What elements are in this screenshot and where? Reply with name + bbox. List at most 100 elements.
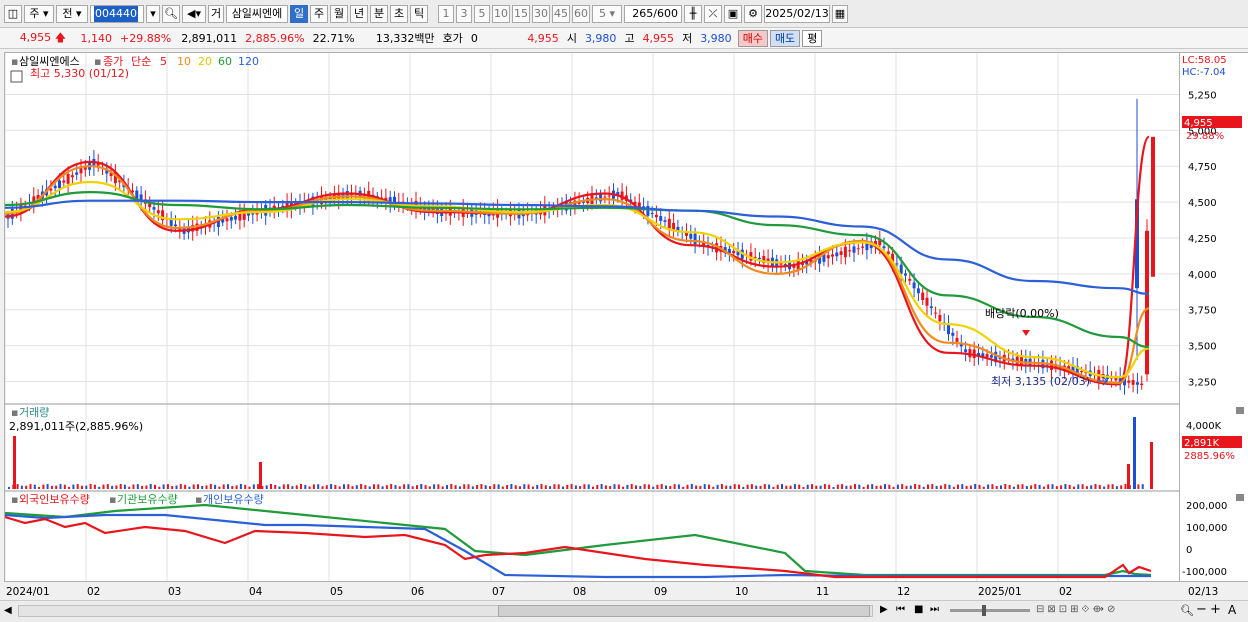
minute-option[interactable]: 45	[552, 4, 570, 23]
volume-bar	[441, 486, 444, 489]
volume-bar	[901, 484, 904, 489]
volume-bar	[768, 484, 771, 489]
calendar-icon[interactable]	[10, 70, 23, 83]
eval-button[interactable]: 평	[802, 29, 823, 47]
zoom-slider-thumb[interactable]	[982, 605, 986, 616]
candle-icon[interactable]: ╫	[684, 4, 702, 23]
volume-bar	[617, 484, 620, 489]
volume-bar	[244, 484, 247, 489]
volume-bar	[416, 485, 418, 489]
tab-tick[interactable]: 틱	[410, 4, 428, 23]
volume-bar	[574, 485, 577, 489]
zoom-search-icon[interactable]: 🔍︎	[1180, 604, 1194, 617]
volume-bar	[55, 485, 58, 489]
volume-bar	[188, 486, 191, 489]
minute-option[interactable]: 60	[572, 4, 590, 23]
volume-bar	[338, 486, 341, 489]
price-tick: 4,250	[1188, 234, 1217, 245]
volume-bar	[1085, 486, 1088, 489]
volume-bar	[1042, 486, 1045, 489]
volume-bar	[158, 486, 161, 489]
chart-area[interactable]: ▪ 삼일씨엔에스 ▪ 종가 단순 5 10 20 60 120 최고 5,330…	[4, 52, 1180, 582]
volume-bar	[312, 484, 315, 489]
volume-bar	[102, 484, 105, 489]
right-axis: LC:58.05 HC:-7.04 5,250 5,000 4,750 4,500 4,…	[1180, 52, 1248, 582]
x-axis-label: 05	[330, 586, 343, 598]
x-axis-label: 07	[492, 586, 505, 598]
prev-button[interactable]: 전 ▾	[56, 4, 88, 23]
volume-bar	[1047, 484, 1050, 489]
ma-20-label: 20	[198, 55, 212, 68]
minute-option[interactable]: 15	[512, 4, 530, 23]
volume-bar	[304, 485, 307, 489]
x-axis-label: 02	[87, 586, 100, 598]
price-panel-title: 삼일씨엔에스	[19, 54, 80, 68]
tab-year[interactable]: 년	[350, 4, 368, 23]
minute-option[interactable]: 3	[456, 4, 472, 23]
candle-body	[234, 215, 238, 220]
date-field[interactable]: 2025/02/13	[764, 4, 830, 23]
first-icon[interactable]: ⏮	[896, 604, 905, 615]
zoom-in-icon[interactable]: +	[1210, 602, 1221, 617]
minute-option[interactable]: 5	[474, 4, 490, 23]
calendar-icon[interactable]: ▦	[832, 4, 848, 23]
price-tick: 4,500	[1188, 198, 1217, 209]
volume-value: 2,891,011	[181, 31, 238, 45]
tab-month[interactable]: 월	[330, 4, 348, 23]
volume-bar	[733, 484, 736, 489]
last-icon[interactable]: ⏭	[930, 604, 939, 615]
speaker-icon[interactable]: ◀▾	[182, 4, 206, 23]
volume-bar	[420, 484, 423, 489]
volume-bar	[141, 485, 144, 489]
chart-type-icon[interactable]: ◫	[4, 4, 22, 23]
scroll-bar[interactable]: ◀ ▶ ⏮ ■ ⏭ ⊟⊠⊡⊞⟐⟴⊘ 🔍︎ − + A	[0, 600, 1248, 622]
volume-bar	[13, 436, 16, 489]
tab-second[interactable]: 초	[390, 4, 408, 23]
buy-button[interactable]: 매수	[737, 29, 768, 47]
period-select[interactable]: 주 ▾	[24, 4, 54, 23]
volume-bar	[677, 484, 680, 489]
geo-button[interactable]: 거	[208, 4, 224, 23]
gear-icon[interactable]: ⚙	[744, 4, 762, 23]
minute-select[interactable]: 5 ▾	[592, 4, 622, 23]
tab-week[interactable]: 주	[310, 4, 328, 23]
volume-bar	[136, 484, 139, 489]
zoom-out-icon[interactable]: −	[1196, 602, 1207, 617]
search-icon[interactable]: 🔍︎	[162, 4, 180, 23]
tab-minute[interactable]: 분	[370, 4, 388, 23]
quote-bar: 4,955 🡅 1,140 +29.88% 2,891,011 2,885.96…	[0, 28, 1248, 49]
legend-marker-icon: ▪	[11, 493, 18, 506]
volume-bar	[918, 484, 921, 489]
ma-120-label: 120	[238, 55, 259, 68]
tab-day[interactable]: 일	[290, 4, 308, 23]
candle-body	[848, 250, 852, 252]
tool-icons[interactable]: ⊟⊠⊡⊞⟐⟴⊘	[1036, 604, 1118, 615]
zoom-slider[interactable]	[950, 609, 1030, 612]
scroll-left-icon[interactable]: ◀	[4, 605, 12, 616]
panel-close-icon[interactable]	[1236, 407, 1244, 414]
volume-bar	[360, 484, 363, 489]
save-icon[interactable]: ▣	[724, 4, 742, 23]
volume-bar	[85, 485, 88, 489]
minute-option[interactable]: 10	[492, 4, 510, 23]
stop-icon[interactable]: ■	[914, 604, 923, 615]
scroll-right-icon[interactable]: ▶	[880, 604, 888, 615]
candle-body	[912, 282, 916, 289]
font-size-icon[interactable]: A	[1228, 603, 1236, 617]
code-dropdown-icon[interactable]: ▾	[146, 4, 160, 23]
low-label: 저	[682, 32, 693, 45]
stock-name-field[interactable]: 삼일씨엔에	[226, 4, 288, 23]
stock-code-input[interactable]: 004440	[90, 4, 144, 23]
minute-option[interactable]: 1	[438, 4, 454, 23]
sell-button[interactable]: 매도	[769, 29, 801, 47]
high-value: 4,955	[642, 31, 675, 45]
minute-option[interactable]: 30	[532, 4, 550, 23]
scroll-thumb[interactable]	[498, 605, 870, 617]
count-field[interactable]: 265/600	[624, 4, 682, 23]
panel-close-icon[interactable]	[1236, 494, 1244, 501]
volume-bar	[282, 484, 285, 489]
draw-icon[interactable]: ⤫	[704, 4, 722, 23]
chart-canvas[interactable]: ▪ 삼일씨엔에스 ▪ 종가 단순 5 10 20 60 120 최고 5,330…	[5, 53, 1179, 581]
volume-bar	[471, 486, 474, 489]
candle-body	[152, 207, 156, 210]
